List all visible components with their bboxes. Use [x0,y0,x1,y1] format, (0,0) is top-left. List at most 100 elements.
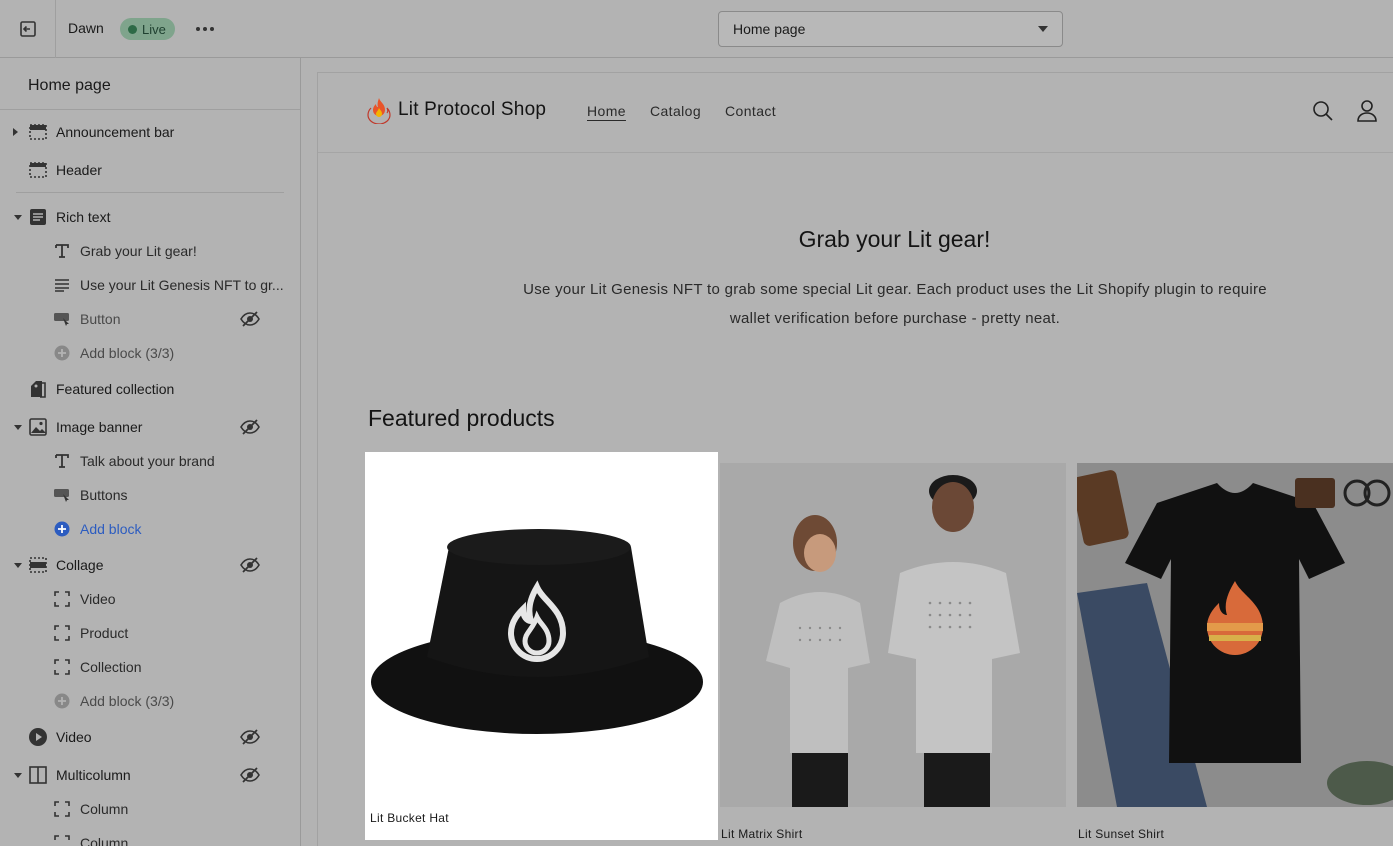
visibility-hidden-icon[interactable] [240,310,260,328]
play-circle-icon [28,727,48,747]
nav-catalog[interactable]: Catalog [650,103,701,119]
visibility-hidden-icon[interactable] [240,766,260,784]
chevron-right-icon[interactable] [13,128,18,136]
product-image[interactable] [369,457,714,803]
sidebar-section-video[interactable]: Video [0,722,300,752]
sidebar-block-add-block-3-3[interactable]: Add block (3/3) [0,686,300,716]
product-name[interactable]: Lit Sunset Shirt [1078,827,1164,841]
plus-circle-icon [52,343,72,363]
sidebar-item-label: Collection [80,659,142,675]
button-icon [52,485,72,505]
sections-sidebar: Home page Announcement bar Header Rich tex… [0,58,301,846]
product-name[interactable]: Lit Matrix Shirt [721,827,802,841]
product-image[interactable] [1077,463,1393,807]
shop-header[interactable]: Lit Protocol Shop Home Catalog Contact [318,73,1393,153]
chevron-down-icon [1038,26,1048,32]
sidebar-item-label: Featured collection [56,381,175,397]
exit-icon[interactable] [17,18,39,40]
sidebar-item-label: Video [56,729,92,745]
sidebar-block-grab-your-lit-gear[interactable]: Grab your Lit gear! [0,236,300,266]
product-image[interactable] [720,463,1066,807]
collage-icon [28,555,48,575]
sidebar-divider [16,192,284,193]
sidebar-block-add-block[interactable]: Add block [0,514,300,544]
sidebar-item-label: Announcement bar [56,124,175,140]
sidebar-block-column[interactable]: Column [0,828,300,846]
layout-header-icon [28,160,48,180]
sidebar-item-label: Image banner [56,419,143,435]
sidebar-block-button[interactable]: Button [0,304,300,334]
editor-topbar: Dawn Live Home page [0,0,1393,58]
sidebar-item-label: Use your Lit Genesis NFT to gr... [80,277,284,293]
chevron-down-icon[interactable] [14,215,22,220]
text-t-icon [52,241,72,261]
visibility-hidden-icon[interactable] [240,418,260,436]
sidebar-item-label: Talk about your brand [80,453,215,469]
sidebar-block-column[interactable]: Column [0,794,300,824]
topbar-divider [55,0,56,58]
flame-logo-icon [367,98,391,124]
rich-text-body: Use your Lit Genesis NFT to grab some sp… [523,281,1267,327]
storefront-preview: Lit Protocol Shop Home Catalog Contact G… [317,72,1393,846]
sidebar-divider [0,109,300,110]
sidebar-block-add-block-3-3[interactable]: Add block (3/3) [0,338,300,368]
sidebar-section-announcement-bar[interactable]: Announcement bar [0,117,300,147]
collection-icon [28,379,48,399]
sidebar-item-label: Multicolumn [56,767,131,783]
chevron-down-icon[interactable] [14,773,22,778]
featured-products-heading: Featured products [368,405,555,431]
text-block-icon [28,207,48,227]
sidebar-item-label: Add block (3/3) [80,693,175,709]
shop-logo[interactable]: Lit Protocol Shop [366,96,546,124]
theme-name: Dawn [68,20,104,36]
dashed-square-icon [52,833,72,846]
sidebar-section-header[interactable]: Header [0,155,300,185]
nav-home[interactable]: Home [587,103,626,119]
matrix-shirt-models-image [766,475,1020,807]
paragraph-icon [52,275,72,295]
sidebar-section-featured-collection[interactable]: Featured collection [0,374,300,404]
dashed-square-icon [52,589,72,609]
sidebar-block-video[interactable]: Video [0,584,300,614]
sidebar-item-label: Column [80,835,129,846]
sidebar-section-multicolumn[interactable]: Multicolumn [0,760,300,790]
dashed-square-icon [52,799,72,819]
sidebar-block-buttons[interactable]: Buttons [0,480,300,510]
live-dot-icon [128,24,137,34]
more-actions-icon[interactable] [193,17,217,41]
sidebar-item-label: Buttons [80,487,128,503]
sidebar-item-label: Product [80,625,129,641]
page-selector-dropdown[interactable]: Home page [718,11,1063,47]
chevron-down-icon[interactable] [14,425,22,430]
dashed-square-icon [52,623,72,643]
sidebar-block-use-your-lit-genesis-nft-to-gr[interactable]: Use your Lit Genesis NFT to gr... [0,270,300,300]
button-icon [52,309,72,329]
dashed-square-icon [52,657,72,677]
sidebar-item-label: Add block [80,521,142,537]
visibility-hidden-icon[interactable] [240,556,260,574]
sidebar-block-collection[interactable]: Collection [0,652,300,682]
sidebar-item-label: Column [80,801,129,817]
sidebar-block-product[interactable]: Product [0,618,300,648]
sidebar-item-label: Video [80,591,116,607]
plus-circle-icon [52,691,72,711]
rich-text-heading: Grab your Lit gear! [798,226,991,252]
columns-icon [28,765,48,785]
search-icon[interactable] [1312,100,1334,122]
shop-name: Lit Protocol Shop [398,99,547,120]
sidebar-block-talk-about-your-brand[interactable]: Talk about your brand [0,446,300,476]
sidebar-section-rich-text[interactable]: Rich text [0,202,300,232]
chevron-down-icon[interactable] [14,563,22,568]
sidebar-item-label: Grab your Lit gear! [80,243,197,259]
sidebar-section-collage[interactable]: Collage [0,550,300,580]
nav-contact[interactable]: Contact [725,103,776,119]
main-nav: Home Catalog Contact [587,103,776,119]
visibility-hidden-icon[interactable] [240,728,260,746]
text-t-icon [52,451,72,471]
sidebar-item-label: Rich text [56,209,111,225]
account-icon[interactable] [1356,99,1378,123]
sidebar-title: Home page [28,77,111,94]
layout-bar-icon [28,122,48,142]
sidebar-section-image-banner[interactable]: Image banner [0,412,300,442]
product-name[interactable]: Lit Bucket Hat [370,811,449,825]
